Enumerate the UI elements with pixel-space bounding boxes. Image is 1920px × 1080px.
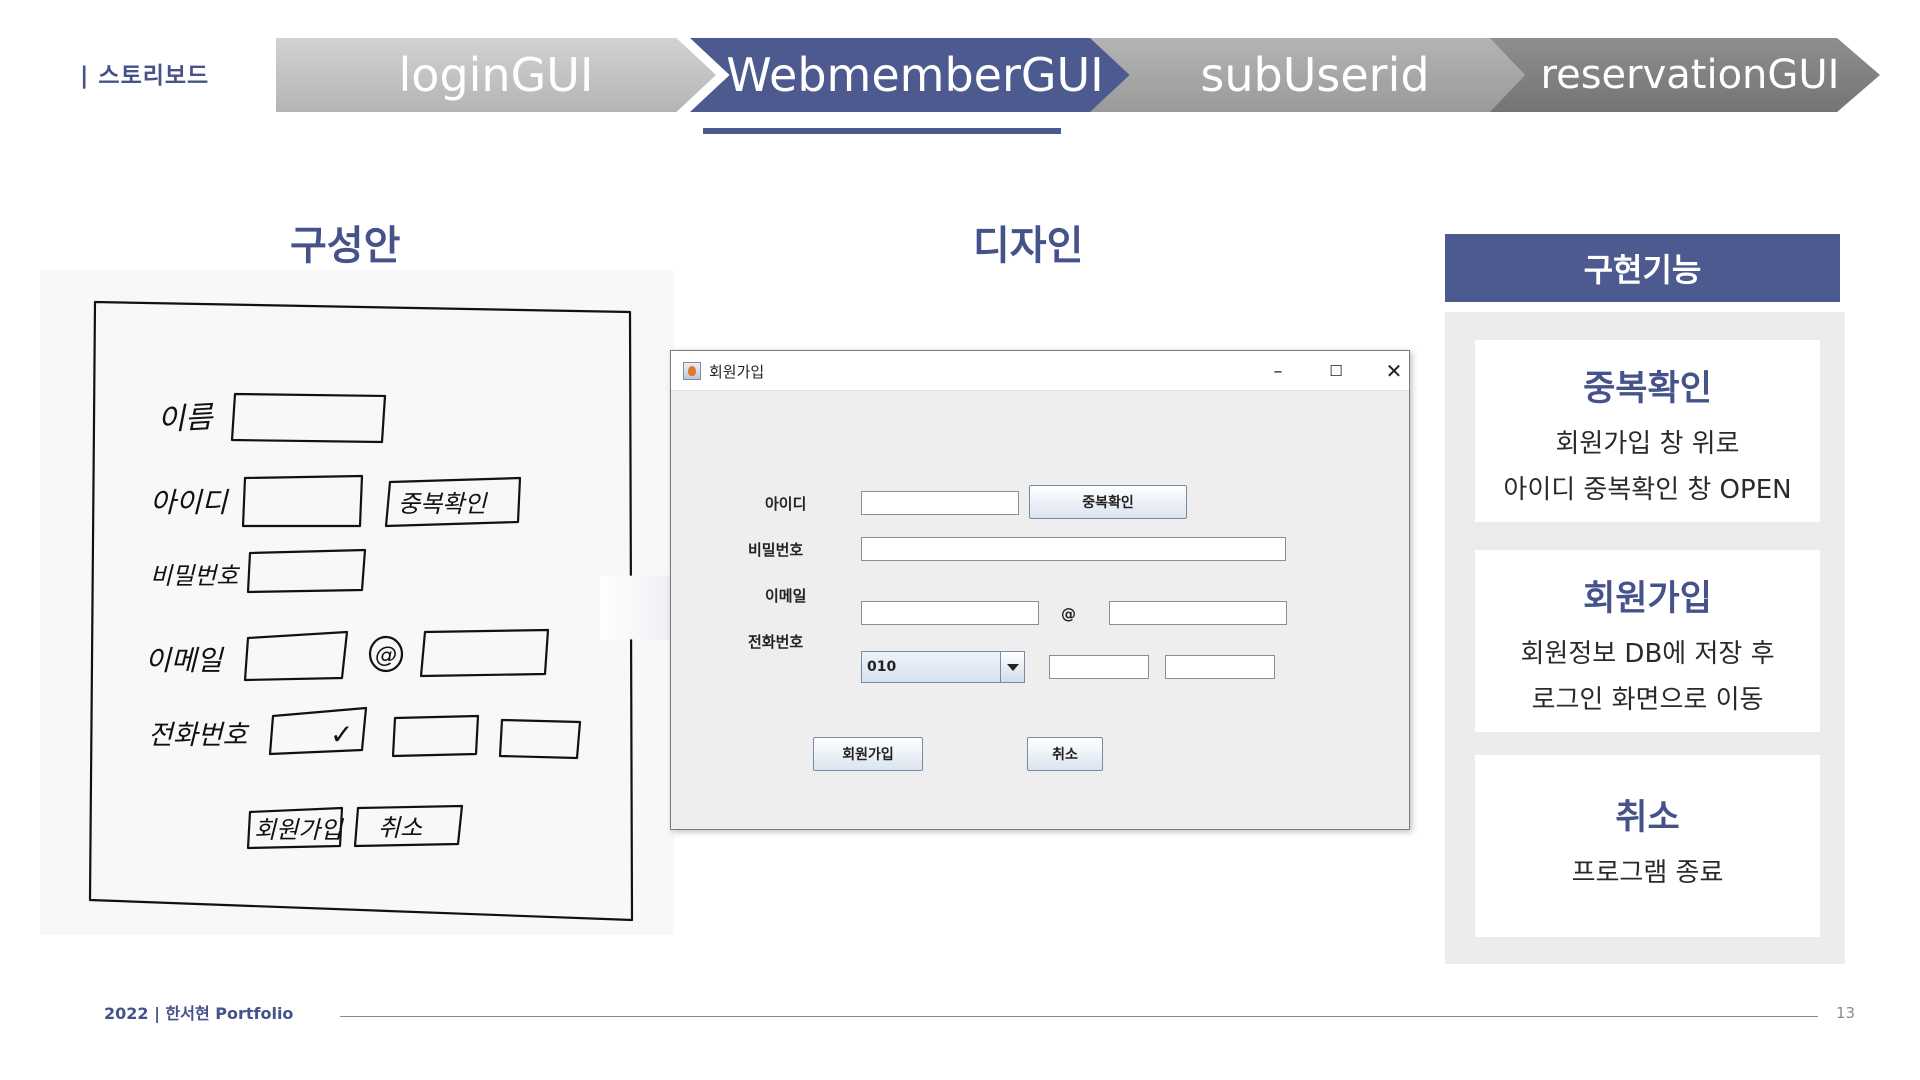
email-at-label: @ xyxy=(1061,605,1076,623)
email-id-input[interactable] xyxy=(861,601,1039,625)
java-app-icon xyxy=(683,362,701,380)
feature-title: 회원가입 xyxy=(1583,579,1712,619)
sketch-label-email: 이메일 xyxy=(145,644,225,677)
chevron-down-icon[interactable] xyxy=(1000,652,1024,682)
sketch-label-id: 아이디 xyxy=(150,486,230,519)
step-label: WebmemberGUI xyxy=(726,48,1104,102)
sketch-at-text: @ xyxy=(375,643,397,668)
feature-desc: 프로그램 종료 xyxy=(1571,858,1724,888)
active-step-underline xyxy=(703,128,1061,134)
feature-title: 중복확인 xyxy=(1583,369,1712,409)
password-label: 비밀번호 xyxy=(748,541,804,559)
footer-label: 2022 | 한서현 Portfolio xyxy=(104,1004,294,1023)
duplicate-check-button[interactable]: 중복확인 xyxy=(1029,485,1187,519)
feature-title: 취소 xyxy=(1615,798,1680,838)
sketch-phone-box2 xyxy=(391,714,480,758)
feature-card-signup: 회원가입 회원정보 DB에 저장 후 로그인 화면으로 이동 xyxy=(1475,550,1820,732)
close-button[interactable]: ✕ xyxy=(1371,357,1417,385)
feature-card-duplicate-check: 중복확인 회원가입 창 위로 아이디 중복확인 창 OPEN xyxy=(1475,340,1820,522)
sketch-label-password: 비밀번호 xyxy=(150,562,240,590)
brand-label: | 스토리보드 xyxy=(80,63,210,89)
phone-label: 전화번호 xyxy=(748,633,804,651)
sketch-label-phone: 전화번호 xyxy=(148,720,250,751)
phone-prefix-select[interactable]: 010 xyxy=(861,651,1025,683)
feature-desc: 회원가입 창 위로 xyxy=(1555,429,1740,459)
sketch-cancel-text: 취소 xyxy=(378,814,423,842)
id-label: 아이디 xyxy=(765,495,807,513)
sketch-wireframe: 이름 아이디 비밀번호 이메일 전화번호 중복확인 @ ✓ 회원가입 취소 xyxy=(40,270,674,935)
storyboard-steps: loginGUI WebmemberGUI subUserid reservat… xyxy=(270,38,1890,118)
step-label: reservationGUI xyxy=(1540,52,1840,98)
feature-desc: 아이디 중복확인 창 OPEN xyxy=(1503,475,1792,505)
features-header: 구현기능 xyxy=(1445,234,1840,302)
sketch-drawing: 이름 아이디 비밀번호 이메일 전화번호 중복확인 @ ✓ 회원가입 취소 xyxy=(88,300,634,922)
feature-desc: 회원정보 DB에 저장 후 xyxy=(1520,639,1775,669)
id-input[interactable] xyxy=(861,491,1019,515)
sketch-id-box xyxy=(241,474,364,528)
password-input[interactable] xyxy=(861,537,1286,561)
cancel-button[interactable]: 취소 xyxy=(1027,737,1103,771)
maximize-button[interactable]: ☐ xyxy=(1313,357,1359,385)
step-label: subUserid xyxy=(1200,48,1430,102)
step-reservation-gui[interactable]: reservationGUI xyxy=(1490,38,1880,112)
sketch-phone-box3 xyxy=(498,718,582,760)
sketch-check-text: 중복확인 xyxy=(398,490,488,518)
step-webmember-gui[interactable]: WebmemberGUI xyxy=(690,38,1130,112)
step-sub-userid[interactable]: subUserid xyxy=(1090,38,1530,112)
features-panel: 중복확인 회원가입 창 위로 아이디 중복확인 창 OPEN 회원가입 회원정보… xyxy=(1445,312,1845,964)
email-domain-input[interactable] xyxy=(1109,601,1287,625)
sketch-password-box xyxy=(246,548,367,594)
sketch-check-mark: ✓ xyxy=(330,718,353,751)
sketch-email-box1 xyxy=(243,630,349,682)
window-title: 회원가입 xyxy=(709,363,765,381)
phone-prefix-value: 010 xyxy=(867,659,897,675)
signup-window: 회원가입 – ☐ ✕ 아이디 중복확인 비밀번호 이메일 @ 전화번호 010 … xyxy=(670,350,1410,830)
phone-last-input[interactable] xyxy=(1165,655,1275,679)
feature-card-cancel: 취소 프로그램 종료 xyxy=(1475,755,1820,937)
feature-desc: 로그인 화면으로 이동 xyxy=(1531,685,1764,715)
concept-title: 구성안 xyxy=(290,223,401,269)
design-title: 디자인 xyxy=(973,223,1084,269)
sketch-signup-text: 회원가입 xyxy=(254,816,344,844)
email-label: 이메일 xyxy=(765,587,807,605)
sketch-name-box xyxy=(230,392,387,444)
step-label: loginGUI xyxy=(398,48,594,102)
signup-button[interactable]: 회원가입 xyxy=(813,737,923,771)
sketch-label-name: 이름 xyxy=(157,400,215,438)
sketch-email-box2 xyxy=(419,628,550,678)
step-login-gui[interactable]: loginGUI xyxy=(276,38,716,112)
phone-middle-input[interactable] xyxy=(1049,655,1149,679)
page-number: 13 xyxy=(1836,1004,1856,1022)
window-titlebar[interactable]: 회원가입 – ☐ ✕ xyxy=(671,351,1409,391)
footer-divider xyxy=(340,1016,1818,1017)
minimize-button[interactable]: – xyxy=(1255,357,1301,385)
